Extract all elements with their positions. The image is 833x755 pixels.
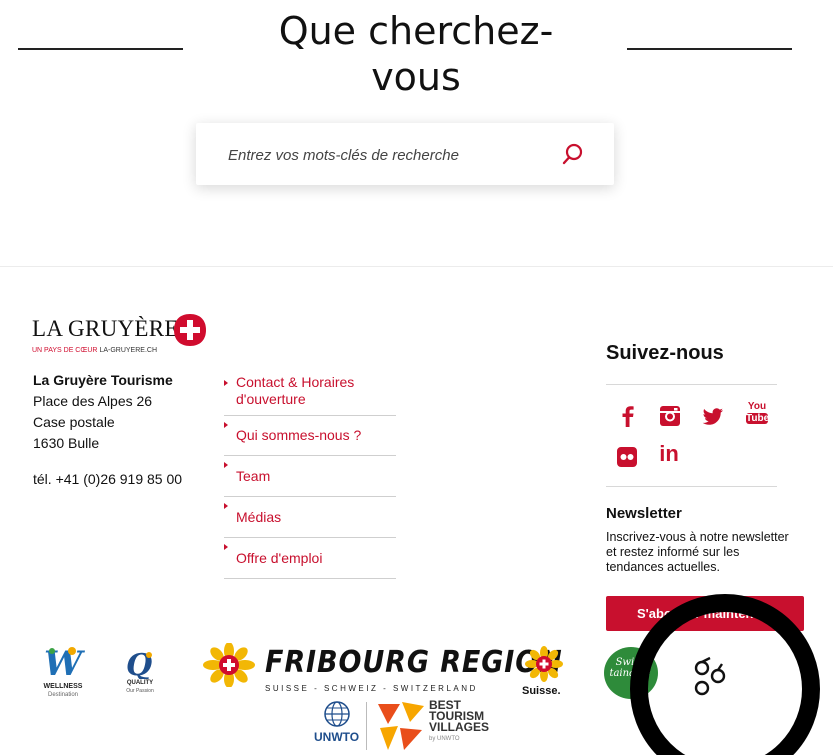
quality-label: QUALITY: [126, 680, 154, 686]
facebook-icon[interactable]: [615, 403, 641, 429]
fribourg-region-sub: SUISSE - SCHWEIZ - SWITZERLAND: [265, 684, 478, 693]
edelweiss-icon: [203, 643, 255, 687]
address-city: 1630 Bulle: [33, 435, 100, 451]
logo-website: LA-GRUYERE.CH: [99, 347, 158, 354]
flickr-icon[interactable]: [614, 444, 640, 470]
follow-rule-top: [606, 384, 777, 385]
follow-us-heading: Suivez-nous: [606, 342, 724, 364]
twitter-icon[interactable]: [700, 404, 726, 430]
linkedin-icon[interactable]: in: [656, 441, 682, 467]
quality-sub: Our Passion: [126, 688, 154, 694]
fribourg-region-wordmark: FRIBOURG REGION: [265, 645, 563, 680]
unwto-label: UNWTO: [314, 730, 360, 744]
swiss-cross-icon: [174, 314, 206, 346]
link-about-us[interactable]: Qui sommes-nous ?: [224, 416, 396, 456]
youtube-icon[interactable]: You Tube: [744, 401, 770, 427]
footer-links: Contact & Horaires d'ouverture Qui somme…: [224, 374, 396, 579]
best-tourism-villages-icon: [378, 702, 424, 750]
follow-rule-bottom: [606, 486, 777, 487]
link-contact-hours-line1: Contact & Horaires: [236, 374, 355, 390]
suisse-label: Suisse.: [522, 685, 561, 697]
la-gruyere-logo[interactable]: LA GRUYÈRE UN PAYS DE CŒUR LA-GRUYERE.CH: [32, 312, 207, 357]
youtube-icon-line1: You: [747, 401, 767, 412]
contact-address: La Gruyère Tourisme Place des Alpes 26 C…: [33, 370, 213, 490]
unwto-globe-icon: [324, 701, 350, 727]
logo-tagline-text: UN PAYS DE CŒUR: [32, 347, 98, 354]
newsletter-description: Inscrivez-vous à notre newsletter et res…: [606, 530, 789, 574]
title-rule-right: [627, 48, 792, 50]
logo-wordmark: LA GRUYÈRE: [32, 316, 179, 341]
link-jobs-label: Offre d'emploi: [236, 550, 323, 566]
unwto-divider: [366, 702, 367, 750]
wellness-sub: Destination: [47, 692, 79, 698]
btv-by-label: by UNWTO: [429, 736, 460, 742]
search-title-line1: Que cherchez-: [278, 9, 554, 53]
btv-line3: VILLAGES: [429, 720, 490, 734]
search-title-line2: vous: [371, 55, 461, 99]
link-team[interactable]: Team: [224, 456, 396, 497]
address-box: Case postale: [33, 414, 115, 430]
link-team-label: Team: [236, 468, 271, 484]
search-input[interactable]: [228, 141, 548, 169]
section-divider: [0, 266, 833, 267]
title-rule-left: [18, 48, 183, 50]
search-box: [196, 123, 614, 185]
link-media-label: Médias: [236, 509, 282, 525]
youtube-icon-line2: Tube: [746, 413, 770, 424]
link-jobs[interactable]: Offre d'emploi: [224, 538, 396, 579]
link-media[interactable]: Médias: [224, 497, 396, 538]
instagram-icon[interactable]: [657, 403, 683, 429]
search-icon[interactable]: [561, 142, 585, 166]
organization-name: La Gruyère Tourisme: [33, 372, 173, 388]
phone-number[interactable]: tél. +41 (0)26 919 85 00: [33, 469, 213, 490]
link-contact-hours-line2: d'ouverture: [236, 391, 306, 407]
best-tourism-villages-wordmark: BEST TOURISM VILLAGES: [429, 699, 490, 734]
search-title: Que cherchez- vous: [240, 8, 592, 100]
logo-tagline: UN PAYS DE CŒUR LA-GRUYERE.CH: [32, 347, 157, 354]
link-about-us-label: Qui sommes-nous ?: [236, 427, 362, 443]
link-contact-hours[interactable]: Contact & Horaires d'ouverture: [224, 374, 396, 416]
switzerland-tourism-icon: [525, 646, 563, 682]
wellness-label: WELLNESS: [43, 683, 83, 690]
wellness-destination-logo: W: [44, 644, 85, 683]
newsletter-heading: Newsletter: [606, 505, 682, 522]
quality-logo: Q: [126, 648, 152, 679]
address-street: Place des Alpes 26: [33, 393, 153, 409]
